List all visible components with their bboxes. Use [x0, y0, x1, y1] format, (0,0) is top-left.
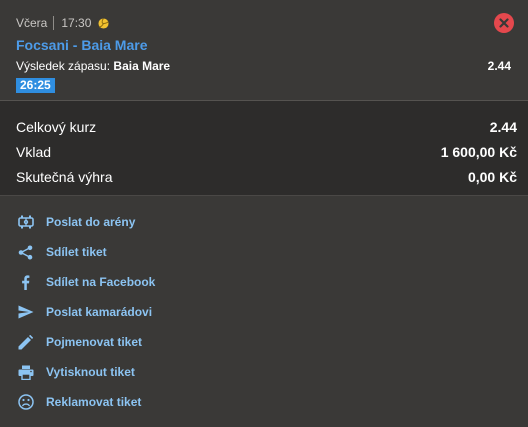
pencil-icon [17, 334, 34, 351]
bet-day: Včera [16, 16, 48, 30]
share-icon [17, 244, 34, 261]
send-icon [17, 304, 34, 321]
bet-meta: Včera 17:30 [16, 15, 512, 31]
summary-label: Celkový kurz [16, 119, 97, 135]
bet-time: 17:30 [61, 16, 92, 30]
claim-ticket-button[interactable]: Reklamovat tiket [0, 387, 528, 417]
market-label-wrap: Výsledek zápasu: Baia Mare [16, 59, 170, 74]
action-label: Poslat kamarádovi [46, 305, 153, 319]
summary-label: Skutečná výhra [16, 169, 113, 185]
ticket-actions: Poslat do arény Sdílet tiket Sdílet na F… [0, 196, 528, 417]
summary-value: 1 600,00 Kč [440, 144, 517, 160]
sad-face-icon [17, 394, 34, 411]
summary-row-actual-win: Skutečná výhra 0,00 Kč [16, 167, 517, 192]
selection-name: Baia Mare [113, 59, 171, 73]
volleyball-icon [98, 17, 110, 29]
action-label: Reklamovat tiket [46, 395, 142, 409]
meta-divider [53, 16, 55, 30]
action-label: Sdílet na Facebook [46, 275, 156, 289]
send-to-friend-button[interactable]: Poslat kamarádovi [0, 297, 528, 327]
action-label: Pojmenovat tiket [46, 335, 143, 349]
close-icon [499, 18, 509, 28]
action-label: Vytisknout tiket [46, 365, 135, 379]
share-facebook-button[interactable]: Sdílet na Facebook [0, 267, 528, 297]
bet-odd: 2.44 [487, 59, 511, 73]
print-ticket-button[interactable]: Vytisknout tiket [0, 357, 528, 387]
send-to-arena-button[interactable]: Poslat do arény [0, 207, 528, 237]
ticket-panel: Včera 17:30 Focsani - Baia Mare Výsledek… [0, 0, 528, 427]
market-row: Výsledek zápasu: Baia Mare 2.44 [16, 59, 512, 74]
share-ticket-button[interactable]: Sdílet tiket [0, 237, 528, 267]
bet-item: Včera 17:30 Focsani - Baia Mare Výsledek… [0, 0, 528, 101]
printer-icon [17, 364, 34, 381]
summary-row-stake: Vklad 1 600,00 Kč [16, 142, 517, 167]
ticket-summary: Celkový kurz 2.44 Vklad 1 600,00 Kč Skut… [0, 101, 528, 196]
market-label: Výsledek zápasu: [16, 59, 111, 73]
action-label: Poslat do arény [46, 215, 136, 229]
arena-icon [17, 214, 34, 231]
match-name-link[interactable]: Focsani - Baia Mare [16, 37, 512, 55]
summary-label: Vklad [16, 144, 52, 160]
live-time-badge: 26:25 [16, 78, 55, 93]
facebook-icon [17, 274, 34, 291]
remove-bet-button[interactable] [494, 13, 514, 33]
summary-value: 0,00 Kč [467, 169, 517, 185]
rename-ticket-button[interactable]: Pojmenovat tiket [0, 327, 528, 357]
summary-row-total-odd: Celkový kurz 2.44 [16, 117, 517, 142]
summary-value: 2.44 [489, 119, 517, 135]
action-label: Sdílet tiket [46, 245, 107, 259]
